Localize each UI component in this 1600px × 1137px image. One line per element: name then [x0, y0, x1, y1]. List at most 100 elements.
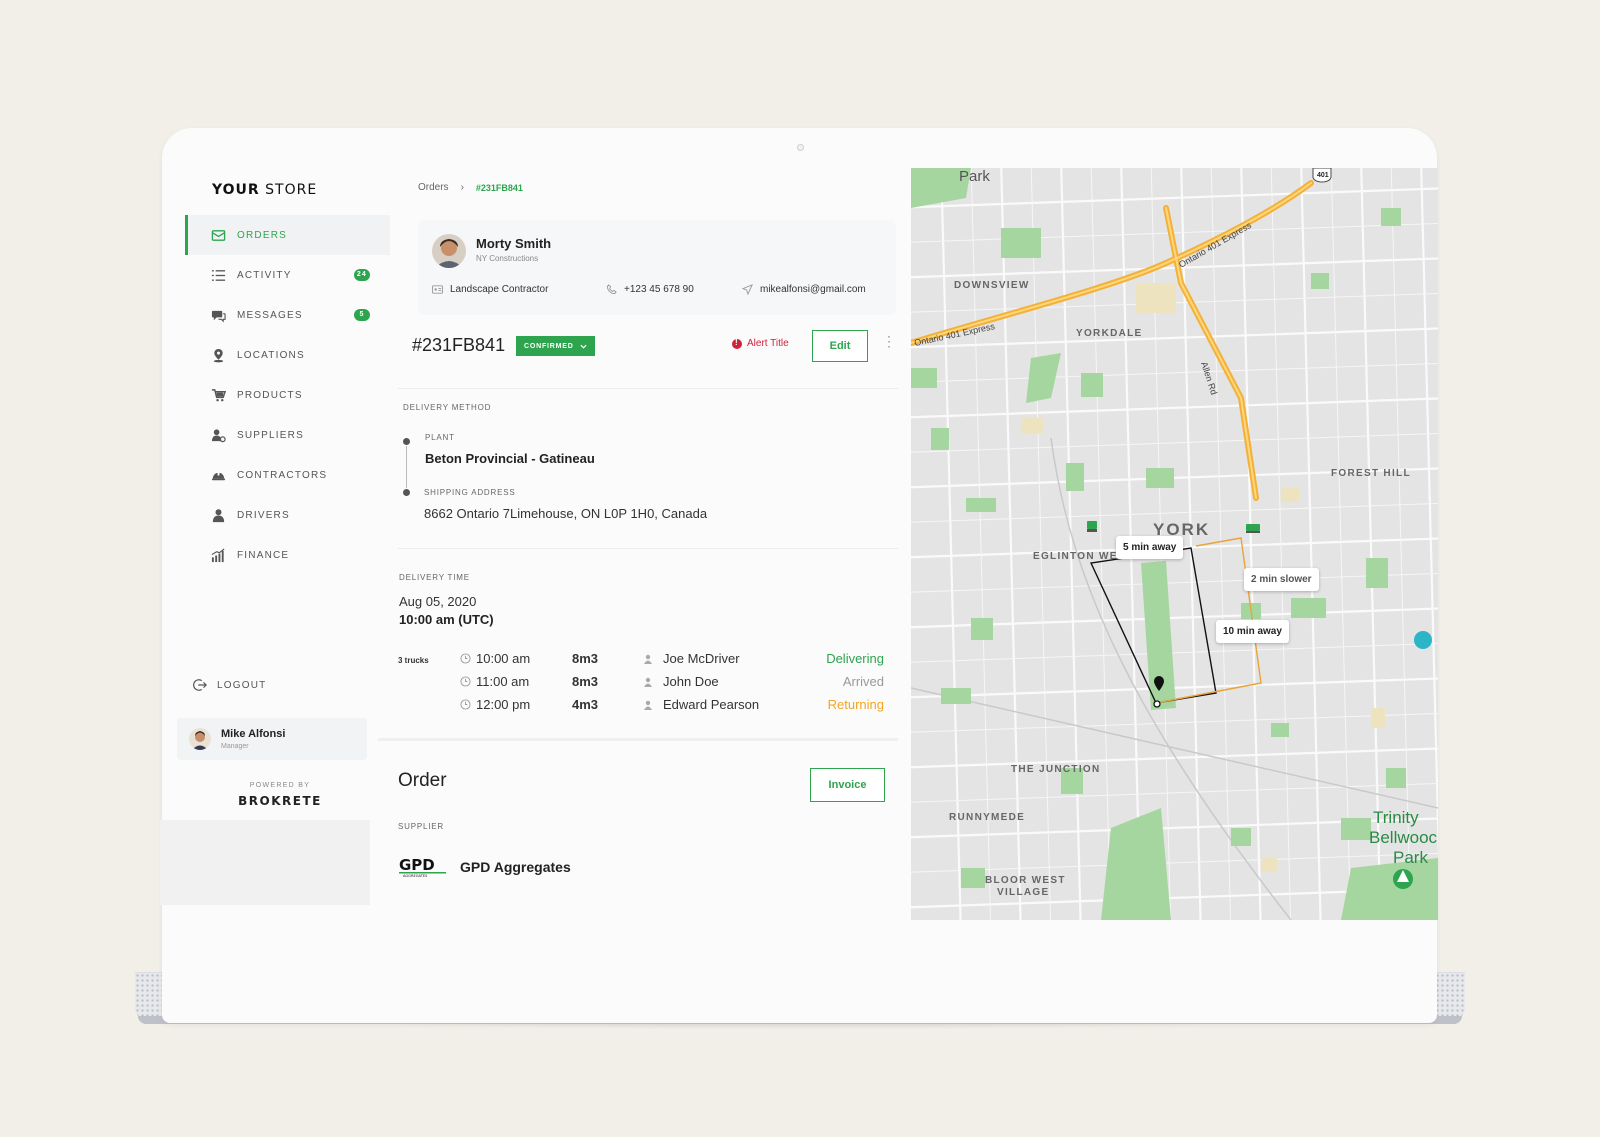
truck-time: 11:00 am: [460, 674, 529, 689]
map-label-runnymede: RUNNYMEDE: [949, 812, 1026, 823]
location-pin-icon: [209, 347, 227, 363]
camera-icon: [797, 144, 804, 151]
delivery-date: Aug 05, 2020: [399, 594, 477, 609]
sidebar-item-label: SUPPLIERS: [237, 429, 304, 441]
more-options-icon[interactable]: ⋮: [882, 334, 896, 348]
avatar: [189, 728, 211, 750]
map-label-trinity-park: Park: [1393, 848, 1428, 867]
store-brand: YOUR STORE: [212, 182, 318, 198]
customer-type: Landscape Contractor: [432, 284, 548, 295]
plant-name: Beton Provincial - Gatineau: [425, 451, 595, 466]
supplier-logo-sub: AGGREGATES: [403, 874, 428, 878]
truck-volume: 8m3: [572, 651, 599, 666]
truck-row[interactable]: 10:00 am 8m3 Joe McDriver Delivering: [460, 651, 900, 673]
bar-chart-icon: [209, 547, 227, 563]
shipping-address: 8662 Ontario 7Limehouse, ON L0P 1H0, Can…: [424, 506, 708, 521]
supplier-label: SUPPLIER: [398, 822, 444, 831]
delivery-time: 10:00 am (UTC): [399, 612, 494, 627]
truck-volume: 4m3: [572, 697, 599, 712]
invoice-button[interactable]: Invoice: [810, 768, 885, 802]
truck-volume: 8m3: [572, 674, 599, 689]
sidebar-item-drivers[interactable]: DRIVERS: [185, 495, 390, 535]
edit-button[interactable]: Edit: [812, 330, 868, 362]
chevron-down-icon: [580, 344, 587, 349]
sidebar-footer-panel: [160, 820, 370, 905]
activity-count-badge: 24: [353, 269, 370, 281]
eta-label-10-min: 10 min away: [1216, 620, 1289, 643]
map-label-eglinton: EGLINTON WE: [1033, 551, 1118, 562]
delivery-method-label: DELIVERY METHOD: [403, 403, 492, 412]
divider: [398, 548, 898, 549]
driver-icon: [644, 654, 652, 664]
sidebar-item-activity[interactable]: ACTIVITY 24: [185, 255, 390, 295]
sidebar-item-finance[interactable]: FINANCE: [185, 535, 390, 575]
svg-text:401: 401: [1317, 172, 1329, 179]
clock-icon: [460, 676, 471, 687]
eta-label-2-min-slower: 2 min slower: [1244, 568, 1319, 591]
customer-email[interactable]: mikealfonsi@gmail.com: [742, 284, 866, 295]
customer-card: Morty Smith NY Constructions Landscape C…: [418, 220, 896, 315]
breadcrumb: Orders › #231FB841: [418, 182, 523, 193]
truck-driver: Joe McDriver: [643, 651, 740, 666]
list-icon: [209, 267, 227, 283]
status-label: CONFIRMED: [524, 342, 574, 350]
sidebar-item-label: ORDERS: [237, 229, 287, 241]
customer-name: Morty Smith: [476, 236, 552, 251]
truck-marker-icon: [1087, 521, 1097, 532]
current-user-card[interactable]: Mike Alfonsi Manager: [177, 718, 367, 760]
sidebar-item-contractors[interactable]: CONTRACTORS: [185, 455, 390, 495]
logout-label: LOGOUT: [217, 679, 267, 691]
truck-status: Delivering: [826, 651, 884, 666]
status-dropdown[interactable]: CONFIRMED: [516, 336, 595, 356]
sidebar-item-suppliers[interactable]: SUPPLIERS: [185, 415, 390, 455]
shipping-address-label: SHIPPING ADDRESS: [424, 488, 516, 497]
order-id: #231FB841: [412, 335, 506, 355]
sidebar-item-label: FINANCE: [237, 549, 290, 561]
map-label-downsview: DOWNSVIEW: [954, 280, 1030, 291]
avatar: [432, 234, 466, 268]
truck-driver: Edward Pearson: [643, 697, 759, 712]
sidebar-item-locations[interactable]: LOCATIONS: [185, 335, 390, 375]
alert-indicator[interactable]: Alert Title: [732, 338, 789, 349]
divider: [398, 388, 898, 389]
logout-icon: [193, 679, 207, 691]
alert-title: Alert Title: [747, 338, 789, 349]
clock-icon: [460, 653, 471, 664]
sidebar-item-label: DRIVERS: [237, 509, 290, 521]
sidebar-item-label: ACTIVITY: [237, 269, 292, 281]
eta-label-5-min: 5 min away: [1116, 536, 1184, 559]
user-name: Mike Alfonsi: [221, 728, 286, 740]
park-marker-icon: [1393, 869, 1413, 889]
sidebar-item-label: PRODUCTS: [237, 389, 303, 401]
order-header: #231FB841 CONFIRMED Alert Title Edit ⋮: [412, 330, 896, 375]
truck-row[interactable]: 12:00 pm 4m3 Edward Pearson Returning: [460, 697, 900, 719]
sidebar-nav: ORDERS ACTIVITY 24 MESSAGES 5 LOCATIONS: [185, 215, 390, 575]
supplier-name: GPD Aggregates: [460, 859, 571, 875]
breadcrumb-current: #231FB841: [475, 183, 523, 193]
breadcrumb-orders-link[interactable]: Orders: [418, 182, 449, 193]
delivery-map[interactable]: Ontario 401 Express Ontario 401 Express …: [911, 168, 1438, 920]
supplier-user-icon: [209, 427, 227, 443]
logout-button[interactable]: LOGOUT: [193, 678, 266, 692]
map-label-junction: THE JUNCTION: [1011, 764, 1101, 775]
driver-icon: [644, 700, 652, 710]
inbox-icon: [209, 227, 227, 243]
sidebar-item-label: LOCATIONS: [237, 349, 305, 361]
delivery-time-label: DELIVERY TIME: [399, 573, 470, 582]
section-divider: [378, 738, 898, 741]
order-detail-panel: Orders › #231FB841 Morty Smith NY Constr…: [378, 170, 900, 920]
clock-icon: [460, 699, 471, 710]
map-label-park: Park: [959, 168, 990, 185]
sidebar-item-products[interactable]: PRODUCTS: [185, 375, 390, 415]
truck-row[interactable]: 11:00 am 8m3 John Doe Arrived: [460, 674, 900, 696]
supplier-logo: GPD AGGREGATES: [399, 856, 446, 878]
trucks-count: 3 trucks: [398, 656, 429, 665]
map-label-forest-hill: FOREST HILL: [1331, 468, 1411, 479]
sidebar-item-messages[interactable]: MESSAGES 5: [185, 295, 390, 335]
timeline-start-dot: [403, 438, 410, 445]
customer-phone[interactable]: +123 45 678 90: [606, 284, 694, 295]
truck-time: 12:00 pm: [460, 697, 530, 712]
driver-icon: [644, 677, 652, 687]
user-role: Manager: [221, 743, 249, 750]
sidebar-item-orders[interactable]: ORDERS: [185, 215, 390, 255]
